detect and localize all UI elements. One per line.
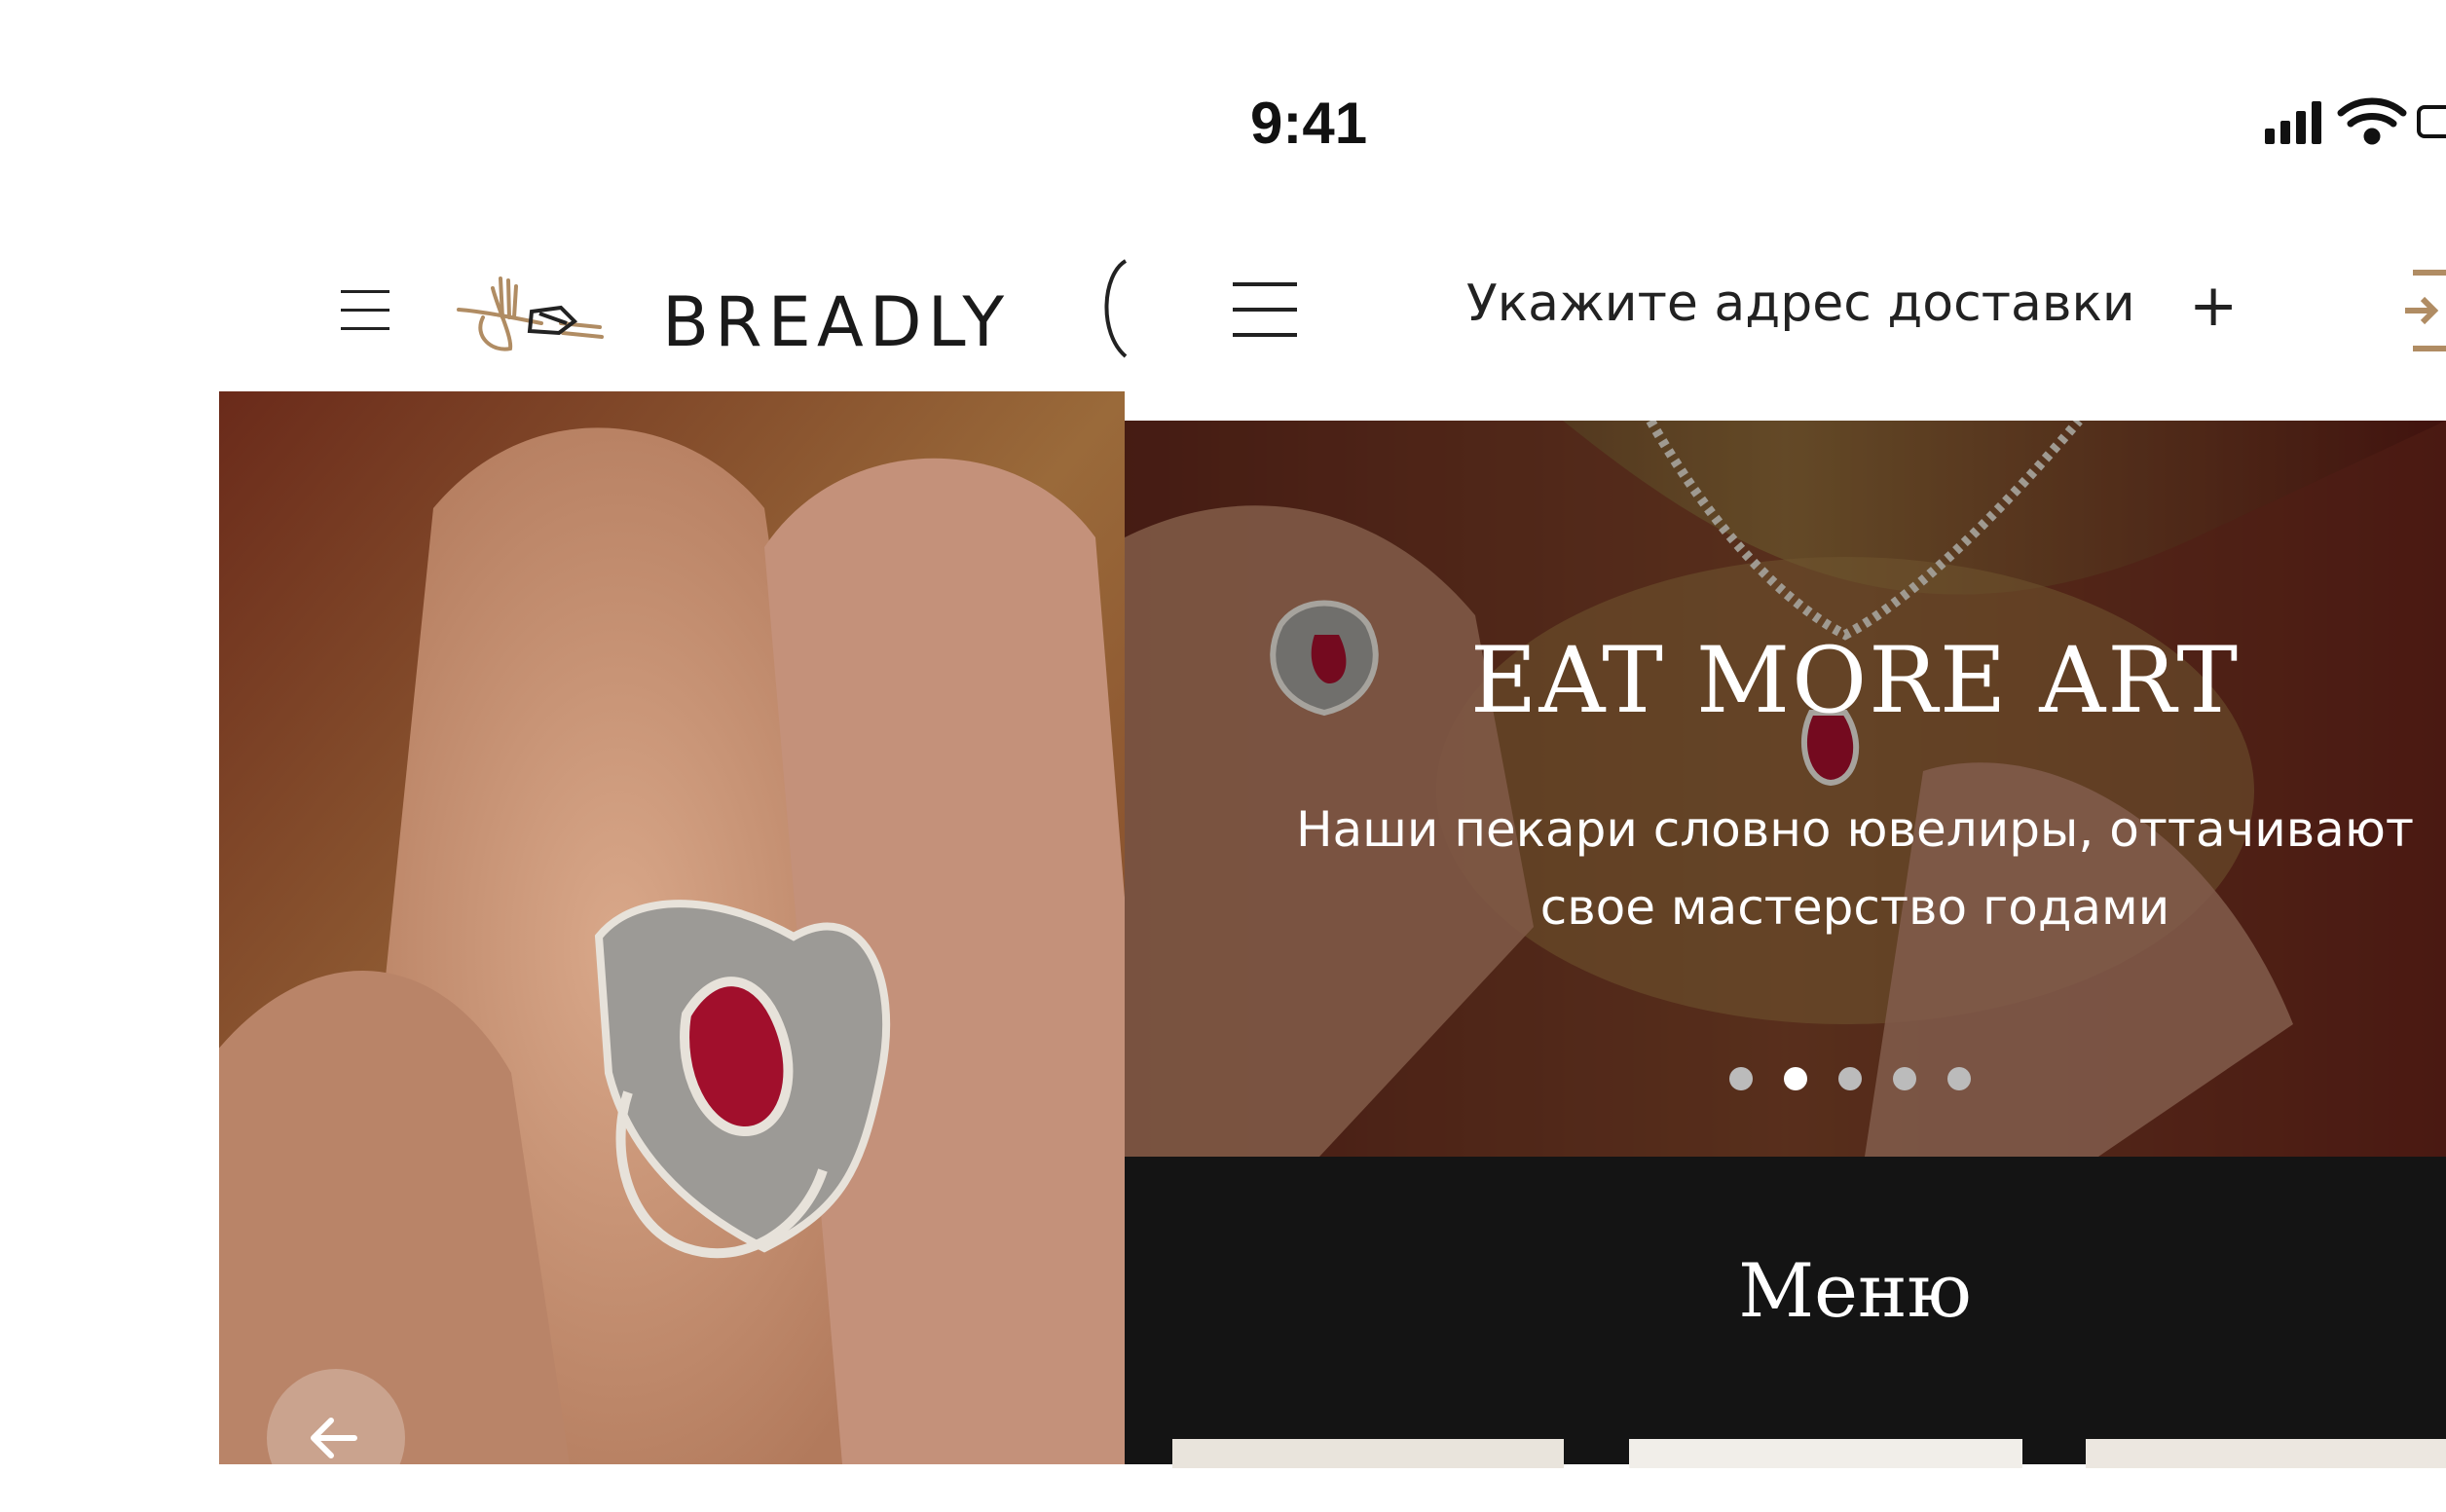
carousel-dot[interactable] <box>1893 1067 1916 1090</box>
hero-subtitle-line2: свое мастерство годами <box>1539 879 2170 936</box>
carousel-dot[interactable] <box>1947 1067 1971 1090</box>
signal-icon <box>2265 101 2321 144</box>
add-address-icon[interactable]: + <box>2189 277 2238 335</box>
menu-icon[interactable] <box>341 290 389 331</box>
wifi-icon <box>2337 97 2407 145</box>
status-icons <box>2265 97 2446 148</box>
carousel-dots <box>1729 1067 1983 1096</box>
brand-name[interactable]: BREADLY <box>662 288 1010 356</box>
hero-title: EAT MORE ART <box>1469 628 2241 734</box>
brand-logo-icon[interactable] <box>454 269 610 356</box>
login-icon[interactable] <box>2405 269 2446 352</box>
search-icon[interactable] <box>1093 255 1151 362</box>
arrow-left-icon <box>311 1418 357 1458</box>
status-time: 9:41 <box>1250 91 1368 156</box>
menu-title: Меню <box>1738 1247 1972 1334</box>
hero-banner[interactable] <box>1125 421 2446 1157</box>
mobile-menu-icon[interactable] <box>1233 282 1297 337</box>
back-button[interactable] <box>267 1369 405 1507</box>
delivery-address-prompt[interactable]: Укажите адрес доставки <box>1466 275 2135 333</box>
carousel-dot[interactable] <box>1838 1067 1862 1090</box>
product-photo <box>219 391 1125 1464</box>
carousel-dot[interactable] <box>1729 1067 1753 1090</box>
carousel-dot[interactable] <box>1784 1067 1807 1090</box>
hero-subtitle: Наши пекари словно ювелиры, оттачивают с… <box>1125 791 2446 946</box>
hero-subtitle-line1: Наши пекари словно ювелиры, оттачивают <box>1295 801 2415 858</box>
battery-icon <box>2417 105 2446 138</box>
